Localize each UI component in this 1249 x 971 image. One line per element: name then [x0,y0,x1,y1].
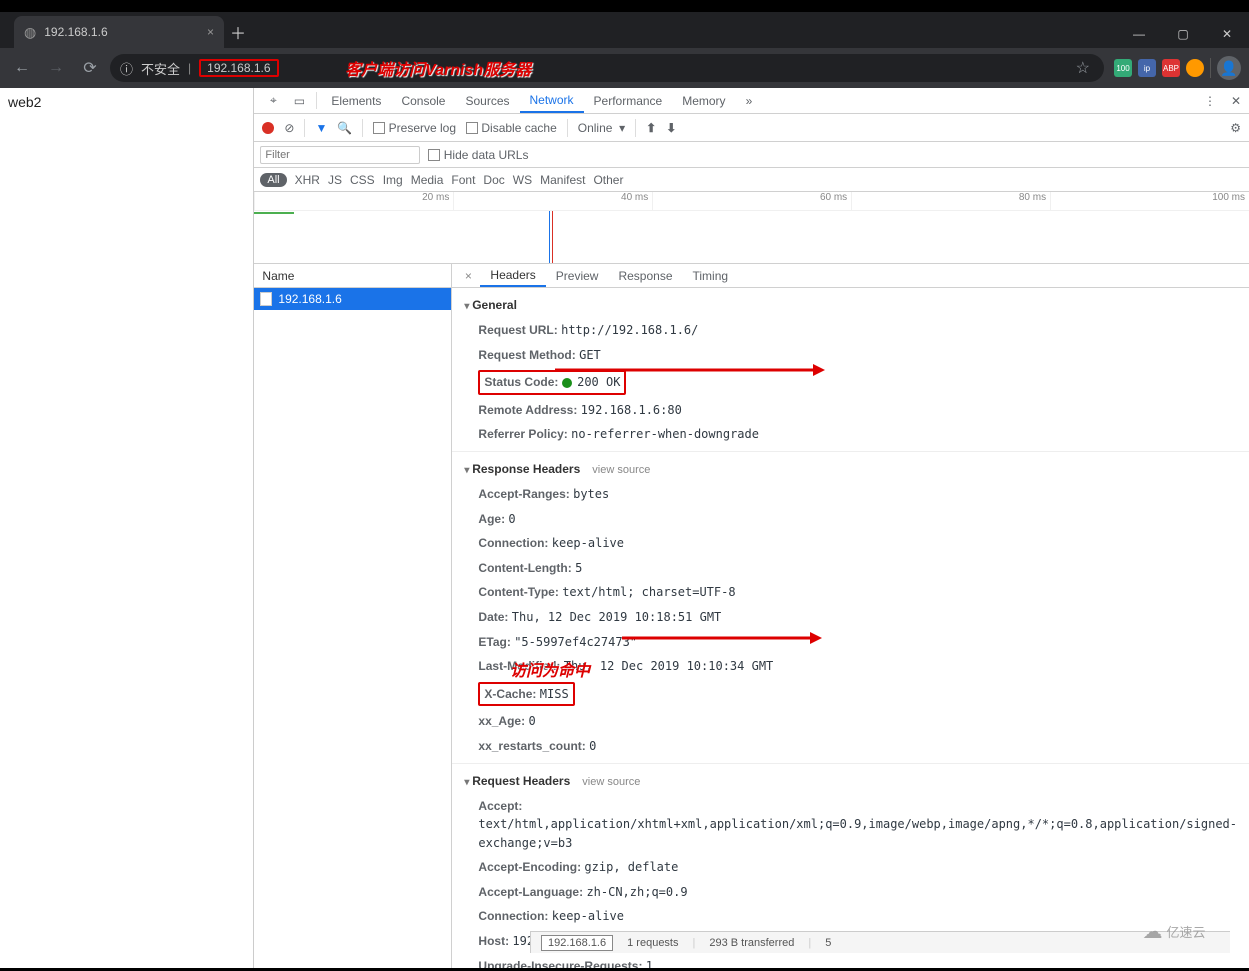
url-text: 192.168.1.6 [199,59,278,77]
download-har-icon[interactable]: ⬇ [666,121,676,135]
maximize-button[interactable]: ▢ [1161,20,1205,48]
x-cache-highlight: X-Cache: MISS [478,682,574,707]
request-row[interactable]: 192.168.1.6 [254,288,451,310]
section-response-headers[interactable]: Response Headersview source [460,456,1241,482]
section-request-headers[interactable]: Request Headersview source [460,768,1241,794]
page-body: web2 [0,88,253,968]
devtools-menu-icon[interactable]: ⋮ [1197,88,1223,113]
hide-data-urls-checkbox[interactable]: Hide data URLs [428,148,528,162]
ext-badge-1[interactable]: 100 [1114,59,1132,77]
ext-badge-round[interactable] [1186,59,1204,77]
close-window-button[interactable]: ✕ [1205,20,1249,48]
name-column-header[interactable]: Name [254,264,451,288]
detail-tab-preview[interactable]: Preview [546,264,609,287]
address-bar: ← → ⟳ ⓘ 不安全 | 192.168.1.6 客户端访问Varnish服务… [0,48,1249,88]
filter-img[interactable]: Img [383,173,403,187]
throttling-select[interactable]: Online ▾ [578,121,625,135]
annotation-label: 客户端访问Varnish服务器 [345,56,531,80]
network-filter-input[interactable] [260,146,420,164]
close-detail-button[interactable]: × [456,264,480,287]
new-tab-button[interactable]: ＋ [224,20,252,48]
tab-console[interactable]: Console [391,88,455,113]
request-type-filter: All XHR JS CSS Img Media Font Doc WS Man… [254,168,1249,192]
search-icon[interactable]: 🔍 [337,121,352,135]
upload-har-icon[interactable]: ⬆ [646,121,656,135]
filter-font[interactable]: Font [451,173,475,187]
waterfall-timeline[interactable]: 20 ms 40 ms 60 ms 80 ms 100 ms [254,192,1249,264]
record-button[interactable] [262,122,274,134]
browser-tab[interactable]: ◍ 192.168.1.6 × [14,16,224,48]
page-text: web2 [8,94,41,110]
info-icon[interactable]: ⓘ [120,59,133,78]
filter-other[interactable]: Other [593,173,623,187]
filter-all[interactable]: All [260,173,286,187]
status-dot-icon [562,378,572,388]
status-code-highlight: Status Code: 200 OK [478,370,626,395]
detail-tab-timing[interactable]: Timing [683,264,739,287]
reload-button[interactable]: ⟳ [76,54,104,82]
filter-icon[interactable]: ▼ [315,121,327,135]
ext-badge-abp[interactable]: ABP [1162,59,1180,77]
devtools-close-icon[interactable]: ✕ [1223,88,1249,113]
disable-cache-checkbox[interactable]: Disable cache [466,121,557,135]
filter-xhr[interactable]: XHR [295,173,320,187]
omnibox[interactable]: ⓘ 不安全 | 192.168.1.6 客户端访问Varnish服务器 ☆ [110,54,1104,82]
ext-badge-ip[interactable]: ip [1138,59,1156,77]
back-button[interactable]: ← [8,54,36,82]
filter-media[interactable]: Media [411,173,444,187]
profile-avatar[interactable]: 👤 [1217,56,1241,80]
browser-tab-strip: ◍ 192.168.1.6 × ＋ — ▢ ✕ [0,12,1249,48]
hover-url: 192.168.1.6 [541,935,613,951]
tab-title: 192.168.1.6 [44,25,107,39]
detail-tab-headers[interactable]: Headers [480,264,545,287]
extensions-tray: 100 ip ABP 👤 [1114,56,1241,80]
network-toolbar: ⊘ ▼ 🔍 Preserve log Disable cache Online … [254,114,1249,142]
watermark-logo: ☁亿速云 [1119,914,1229,948]
settings-gear-icon[interactable]: ⚙ [1230,121,1241,135]
devtools-tabs: ⌖ ▭ Elements Console Sources Network Per… [254,88,1249,114]
tab-more[interactable]: » [736,88,763,113]
request-list: Name 192.168.1.6 [254,264,452,968]
clear-icon[interactable]: ⊘ [284,121,294,135]
tab-network[interactable]: Network [520,88,584,113]
devtools-panel: ⌖ ▭ Elements Console Sources Network Per… [253,88,1249,968]
filter-ws[interactable]: WS [513,173,532,187]
preserve-log-checkbox[interactable]: Preserve log [373,121,456,135]
file-icon [260,292,272,306]
tab-elements[interactable]: Elements [321,88,391,113]
request-detail: × Headers Preview Response Timing Genera… [452,264,1249,968]
tab-memory[interactable]: Memory [672,88,735,113]
close-tab-icon[interactable]: × [207,25,214,39]
filter-css[interactable]: CSS [350,173,375,187]
section-general[interactable]: General [460,292,1241,318]
minimize-button[interactable]: — [1117,20,1161,48]
detail-tab-response[interactable]: Response [608,264,682,287]
inspect-icon[interactable]: ⌖ [260,88,286,113]
filter-manifest[interactable]: Manifest [540,173,585,187]
bookmark-star-icon[interactable]: ☆ [1076,58,1090,78]
globe-icon: ◍ [24,24,36,41]
filter-js[interactable]: JS [328,173,342,187]
tab-sources[interactable]: Sources [455,88,519,113]
filter-doc[interactable]: Doc [483,173,504,187]
tab-performance[interactable]: Performance [584,88,673,113]
window-controls: — ▢ ✕ [1117,20,1249,48]
annotation-label-2: 访问为命中 [510,657,590,681]
forward-button[interactable]: → [42,54,70,82]
device-toggle-icon[interactable]: ▭ [286,88,312,113]
insecure-label: 不安全 [141,59,180,78]
